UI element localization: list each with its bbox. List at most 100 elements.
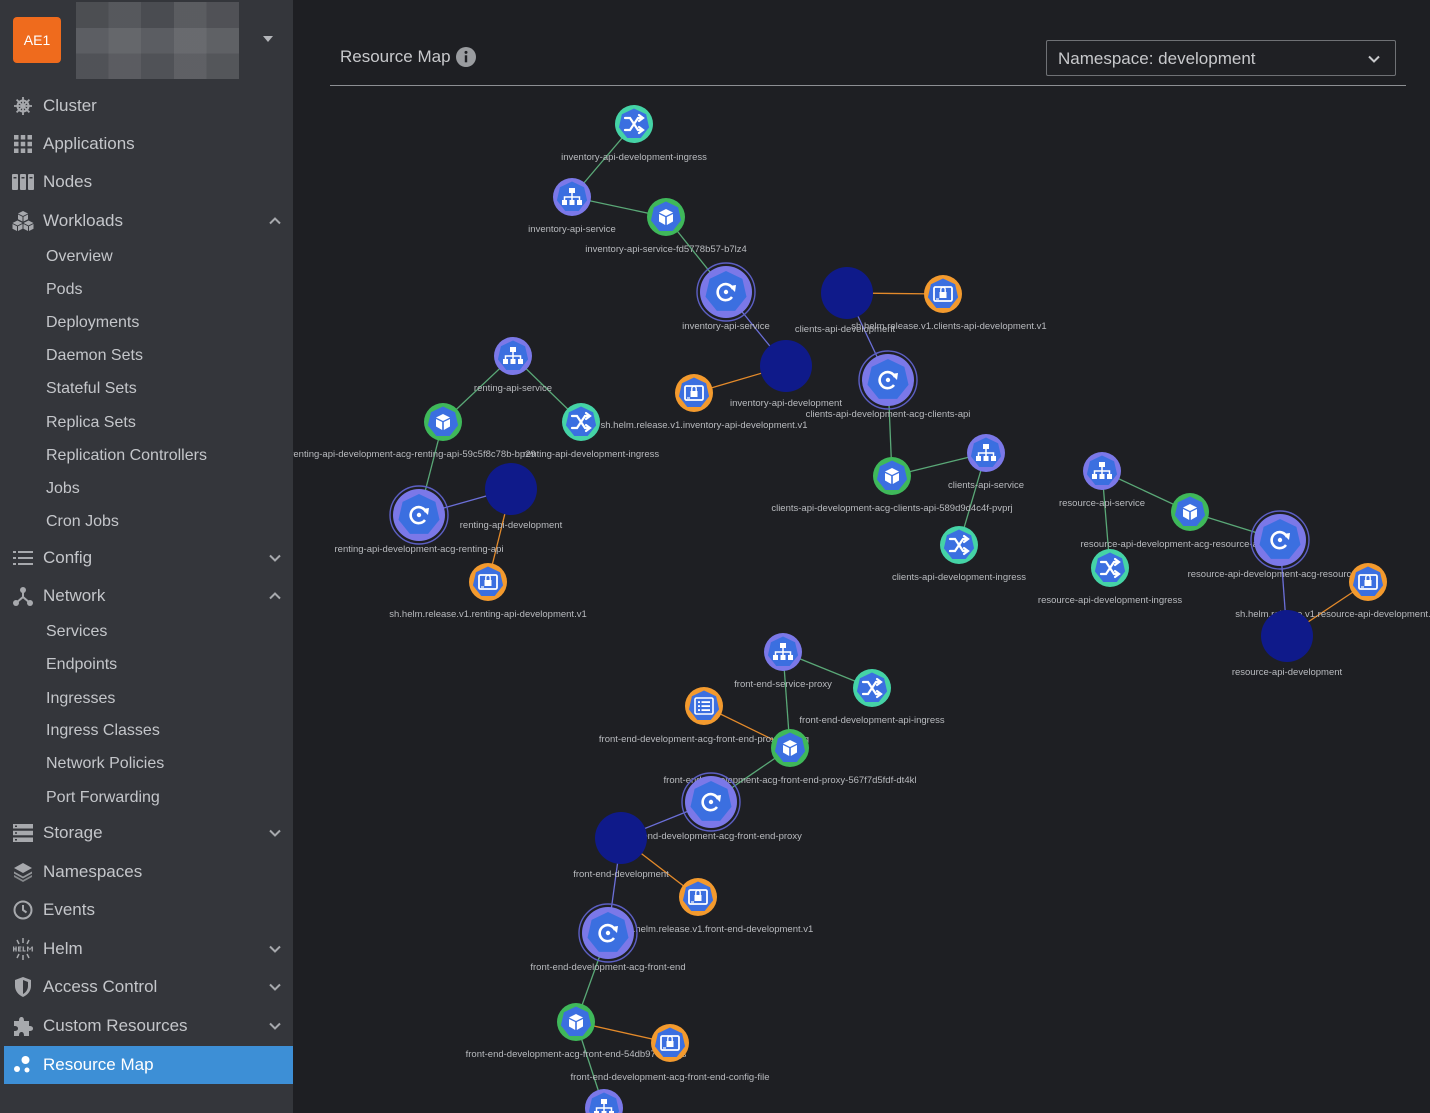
graph-node-label: front-end-development-acg-front-end-prox… [620, 831, 802, 842]
sidebar-subitem-endpoints[interactable]: Endpoints [46, 653, 117, 677]
cluster-badge[interactable]: AE1 [13, 17, 61, 63]
graph-node-service[interactable]: resource-api-service [1059, 452, 1145, 509]
sidebar-subitem-port-forwarding[interactable]: Port Forwarding [46, 786, 160, 810]
sidebar-item-label: Network [43, 586, 106, 605]
graph-node-label: resource-api-development-ingress [1038, 595, 1182, 606]
graph-node-label: front-end-development [573, 869, 669, 880]
sidebar-item-cluster[interactable]: Cluster [0, 88, 293, 124]
helm-release-dot [1261, 610, 1313, 662]
sidebar-subitem-stateful-sets[interactable]: Stateful Sets [46, 377, 137, 401]
sidebar-item-label: Cluster [43, 96, 97, 115]
helm-release-dot [760, 340, 812, 392]
sidebar-subitem-overview[interactable]: Overview [46, 245, 113, 269]
cluster-name-redacted [76, 2, 239, 79]
sidebar-item-workloads[interactable]: Workloads [0, 203, 293, 239]
sidebar-subitem-replication-controllers[interactable]: Replication Controllers [46, 444, 207, 468]
sidebar-subitem-deployments[interactable]: Deployments [46, 311, 139, 335]
sidebar-item-label: Namespaces [43, 862, 143, 881]
graph-node-ingress[interactable]: clients-api-development-ingress [892, 526, 1026, 583]
sidebar-subitem-ingress-classes[interactable]: Ingress Classes [46, 719, 160, 743]
sidebar-item-label: Workloads [43, 211, 123, 230]
sidebar-item-nodes[interactable]: Nodes [0, 164, 293, 200]
puzzle-icon [12, 1015, 34, 1037]
sidebar-item-network[interactable]: Network [0, 578, 293, 614]
graph-node-service[interactable]: inventory-api-service [528, 178, 616, 235]
graph-node-deployment[interactable]: clients-api-development-acg-clients-api [806, 350, 971, 420]
sidebar-item-helm[interactable]: Helm [0, 931, 293, 967]
graph-node-service[interactable] [585, 1089, 623, 1113]
graph-node-ingress[interactable]: inventory-api-development-ingress [561, 105, 707, 163]
network-icon [12, 585, 34, 607]
graph-node-helm[interactable]: resource-api-development [1232, 610, 1343, 678]
graph-node-pod[interactable]: renting-api-development-acg-renting-api-… [293, 403, 536, 460]
sidebar-item-namespaces[interactable]: Namespaces [0, 854, 293, 890]
sidebar-item-label: Resource Map [43, 1055, 154, 1074]
graph-node-secret[interactable]: sh.helm.release.v1.clients-api-developme… [851, 275, 1047, 332]
resource-map-icon [12, 1054, 34, 1076]
graph-node-label: sh.helm.release.v1.renting-api-developme… [389, 609, 587, 620]
sidebar-item-config[interactable]: Config [0, 540, 293, 576]
sidebar-item-label: Helm [43, 939, 83, 958]
chevron-down-icon[interactable] [268, 980, 282, 994]
graph-node-deployment[interactable]: front-end-development-acg-front-end [530, 903, 686, 973]
sidebar-subitem-replica-sets[interactable]: Replica Sets [46, 411, 136, 435]
sidebar-subitem-ingresses[interactable]: Ingresses [46, 687, 115, 711]
sidebar-subitem-cron-jobs[interactable]: Cron Jobs [46, 510, 119, 534]
graph-node-ingress[interactable]: renting-api-development-ingress [523, 403, 659, 460]
chevron-up-icon[interactable] [268, 589, 282, 603]
sidebar-subitem-network-policies[interactable]: Network Policies [46, 752, 164, 776]
graph-node-label: inventory-api-development [730, 398, 842, 409]
graph-node-ingress[interactable]: front-end-development-api-ingress [799, 669, 945, 726]
chevron-down-icon[interactable] [268, 551, 282, 565]
sidebar-item-access-control[interactable]: Access Control [0, 969, 293, 1005]
graph-node-label: sh.helm.release.v1.resource-api-developm… [1235, 609, 1430, 620]
graph-node-ingress[interactable]: resource-api-development-ingress [1038, 549, 1182, 606]
caret-down-icon[interactable] [263, 36, 273, 42]
graph-node-label: inventory-api-development-ingress [561, 152, 707, 163]
sidebar: AE1 Cluster Applications Nodes Workloads… [0, 0, 293, 1113]
sidebar-subitem-daemon-sets[interactable]: Daemon Sets [46, 344, 143, 368]
sidebar-subitem-pods[interactable]: Pods [46, 278, 82, 302]
list-icon [12, 547, 34, 569]
graph-node-label: inventory-api-service [528, 224, 616, 235]
graph-node-label: clients-api-development-acg-clients-api-… [771, 503, 1012, 514]
server-icon [12, 171, 34, 193]
graph-node-label: front-end-development-acg-front-end-conf… [570, 1072, 769, 1083]
graph-node-helm[interactable]: renting-api-development [460, 463, 563, 531]
graph-node-label: resource-api-development [1232, 667, 1343, 678]
graph-node-label: clients-api-service [948, 480, 1024, 491]
sidebar-item-custom-resources[interactable]: Custom Resources [0, 1008, 293, 1044]
graph-node-service[interactable]: clients-api-service [948, 434, 1024, 491]
graph-node-service[interactable]: renting-api-service [474, 337, 552, 394]
cubes-icon [12, 210, 34, 232]
sidebar-item-resource-map[interactable]: Resource Map [4, 1046, 293, 1084]
graph-node-service[interactable]: front-end-service-proxy [734, 633, 832, 690]
helm-release-dot [821, 267, 873, 319]
sidebar-item-label: Events [43, 900, 95, 919]
graph-node-deployment[interactable]: inventory-api-service [682, 262, 770, 332]
graph-node-label: front-end-development-api-ingress [799, 715, 944, 726]
graph-node-secret[interactable]: sh.helm.release.v1.renting-api-developme… [389, 563, 587, 620]
sidebar-item-applications[interactable]: Applications [0, 126, 293, 162]
graph-node-label: inventory-api-service-fd5778b57-b7lz4 [585, 244, 747, 255]
graph-node-label: renting-api-service [474, 383, 552, 394]
sidebar-item-events[interactable]: Events [0, 892, 293, 928]
layers-icon [12, 861, 34, 883]
sidebar-subitem-services[interactable]: Services [46, 620, 107, 644]
sidebar-item-storage[interactable]: Storage [0, 815, 293, 851]
grid-icon [12, 133, 34, 155]
graph-node-helm[interactable]: front-end-development [573, 812, 669, 880]
graph-node-helm[interactable]: inventory-api-development [730, 340, 842, 409]
sidebar-item-label: Nodes [43, 172, 93, 191]
helm-release-dot [595, 812, 647, 864]
graph-node-secret[interactable]: sh.helm.release.v1.front-end-development… [623, 878, 814, 935]
resource-map-graph[interactable]: inventory-api-development-ingress invento… [293, 0, 1430, 1113]
storage-icon [12, 822, 34, 844]
sidebar-subitem-jobs[interactable]: Jobs [46, 477, 80, 501]
chevron-up-icon[interactable] [268, 214, 282, 228]
chevron-down-icon[interactable] [268, 942, 282, 956]
chevron-down-icon[interactable] [268, 1019, 282, 1033]
chevron-down-icon[interactable] [268, 826, 282, 840]
sidebar-item-label: Access Control [43, 977, 158, 996]
cluster-switcher[interactable]: AE1 [0, 0, 293, 84]
